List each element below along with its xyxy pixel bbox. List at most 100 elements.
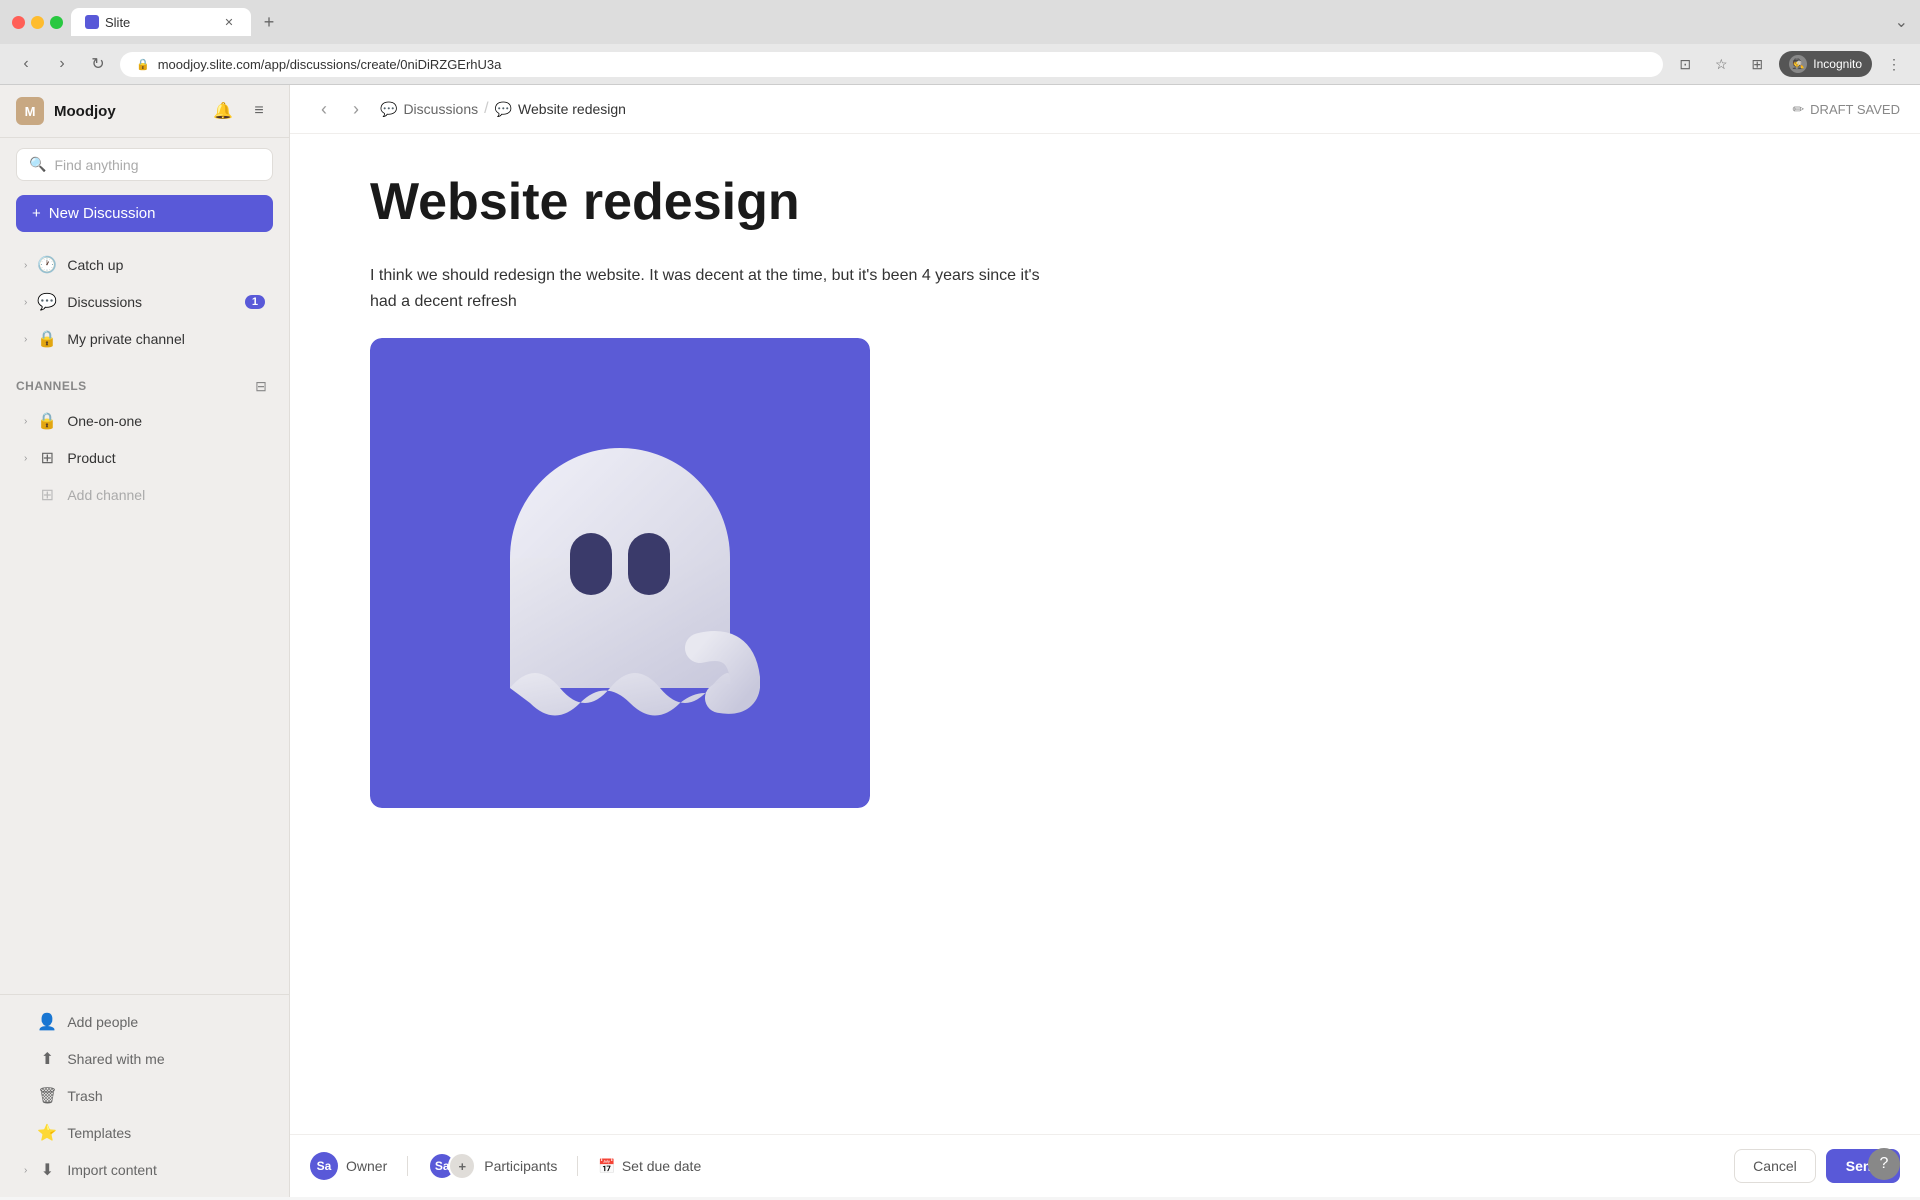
add-channel-icon: ⊞ [37, 485, 57, 505]
help-button[interactable]: ? [1868, 1148, 1900, 1180]
discussions-icon: 💬 [37, 292, 57, 312]
search-box[interactable]: 🔍 Find anything [16, 148, 273, 181]
participant-avatars: Sa + [428, 1152, 476, 1180]
sidebar-item-add-channel[interactable]: › ⊞ Add channel [8, 477, 281, 513]
toolbar-right: ✏ DRAFT SAVED [1792, 101, 1900, 118]
toolbar-nav: ‹ › [310, 95, 370, 123]
owner-item[interactable]: Sa Owner [310, 1152, 387, 1180]
sidebar-search: 🔍 Find anything [0, 138, 289, 191]
templates-icon: ⭐ [37, 1123, 57, 1143]
templates-label: Templates [67, 1125, 131, 1141]
sidebar-toggle-button[interactable]: ≡ [245, 97, 273, 125]
new-tab-button[interactable]: + [255, 8, 283, 36]
private-channel-label: My private channel [67, 331, 265, 347]
product-icon: ⊞ [37, 448, 57, 468]
expand-icon: › [24, 334, 27, 345]
breadcrumb-discussions[interactable]: 💬 Discussions [380, 101, 478, 118]
sidebar-bottom: › 👤 Add people › ⬆ Shared with me › 🗑 Tr… [0, 994, 289, 1197]
cancel-button[interactable]: Cancel [1734, 1149, 1816, 1183]
import-icon: ⬇ [37, 1160, 57, 1180]
notifications-button[interactable]: 🔔 [209, 97, 237, 125]
cast-button[interactable]: ⊡ [1671, 50, 1699, 78]
current-page-icon: 💬 [495, 101, 512, 118]
sidebar-item-templates[interactable]: › ⭐ Templates [8, 1115, 281, 1151]
expand-icon: › [24, 453, 27, 464]
one-on-one-label: One-on-one [67, 413, 265, 429]
participants-label: Participants [484, 1158, 557, 1174]
sidebar-item-shared-with-me[interactable]: › ⬆ Shared with me [8, 1041, 281, 1077]
expand-icon: › [24, 297, 27, 308]
discussions-label: Discussions [67, 294, 235, 310]
expand-icon: › [24, 1165, 27, 1176]
close-window-button[interactable] [12, 16, 25, 29]
participants-item[interactable]: Sa + Participants [428, 1152, 557, 1180]
minimize-window-button[interactable] [31, 16, 44, 29]
browser-titlebar: Slite ✕ + ⌄ [0, 0, 1920, 44]
forward-button[interactable]: › [48, 50, 76, 78]
back-button[interactable]: ‹ [12, 50, 40, 78]
catch-up-icon: 🕐 [37, 255, 57, 275]
search-icon: 🔍 [29, 156, 46, 173]
tab-close-button[interactable]: ✕ [221, 14, 237, 30]
sidebar-header-actions: 🔔 ≡ [209, 97, 273, 125]
incognito-indicator: 🕵 Incognito [1779, 51, 1872, 77]
bottom-bar: Sa Owner Sa + Participants 📅 Set due dat… [290, 1134, 1920, 1197]
new-discussion-button[interactable]: + New Discussion [16, 195, 273, 232]
sidebar-nav: › 🕐 Catch up › 💬 Discussions 1 › 🔒 My pr… [0, 242, 289, 994]
lock-icon: 🔒 [37, 329, 57, 349]
sidebar-item-private-channel[interactable]: › 🔒 My private channel [8, 321, 281, 357]
browser-actions: ⊡ ☆ ⊞ 🕵 Incognito ⋮ [1671, 50, 1908, 78]
address-bar[interactable]: 🔒 moodjoy.slite.com/app/discussions/crea… [120, 52, 1663, 77]
separator-2 [577, 1156, 578, 1176]
slite-logo-image [370, 338, 870, 808]
sidebar: M Moodjoy 🔔 ≡ 🔍 Find anything + New Disc… [0, 85, 290, 1197]
channels-section: Channels ⊟ [0, 358, 289, 402]
trash-icon: 🗑 [37, 1086, 57, 1106]
owner-initials: Sa [317, 1159, 332, 1173]
sidebar-item-import-content[interactable]: › ⬇ Import content [8, 1152, 281, 1188]
sidebar-item-discussions[interactable]: › 💬 Discussions 1 [8, 284, 281, 320]
breadcrumb-separator: / [484, 100, 488, 118]
traffic-lights [12, 16, 63, 29]
bookmark-button[interactable]: ☆ [1707, 50, 1735, 78]
discussion-body[interactable]: I think we should redesign the website. … [370, 263, 1070, 314]
sidebar-item-trash[interactable]: › 🗑 Trash [8, 1078, 281, 1114]
import-content-label: Import content [67, 1162, 157, 1178]
active-tab[interactable]: Slite ✕ [71, 8, 251, 36]
nav-forward-button[interactable]: › [342, 95, 370, 123]
breadcrumb: 💬 Discussions / 💬 Website redesign [380, 100, 626, 118]
expand-icon: › [24, 416, 27, 427]
tab-favicon [85, 15, 99, 29]
shared-icon: ⬆ [37, 1049, 57, 1069]
reload-button[interactable]: ↻ [84, 50, 112, 78]
separator-1 [407, 1156, 408, 1176]
section-header: Channels ⊟ [16, 374, 273, 398]
owner-avatar: Sa [310, 1152, 338, 1180]
draft-saved-label: DRAFT SAVED [1810, 102, 1900, 117]
product-label: Product [67, 450, 265, 466]
shared-with-me-label: Shared with me [67, 1051, 164, 1067]
channels-section-title: Channels [16, 379, 87, 393]
lock-icon: 🔒 [37, 411, 57, 431]
menu-button[interactable]: ⋮ [1880, 50, 1908, 78]
tabs-expand-button[interactable]: ⌄ [1895, 12, 1908, 32]
draft-icon: ✏ [1792, 101, 1804, 118]
sidebar-header: M Moodjoy 🔔 ≡ [0, 85, 289, 138]
sidebar-item-product[interactable]: › ⊞ Product [8, 440, 281, 476]
toolbar: ‹ › 💬 Discussions / 💬 Website redesign ✏… [290, 85, 1920, 134]
tab-title: Slite [105, 15, 130, 30]
due-date-button[interactable]: 📅 Set due date [598, 1158, 701, 1175]
discussions-breadcrumb-icon: 💬 [380, 101, 397, 118]
sidebar-item-one-on-one[interactable]: › 🔒 One-on-one [8, 403, 281, 439]
sidebar-item-add-people[interactable]: › 👤 Add people [8, 1004, 281, 1040]
sidebar-item-catch-up[interactable]: › 🕐 Catch up [8, 247, 281, 283]
discussion-title[interactable]: Website redesign [370, 174, 1840, 231]
add-participant-button[interactable]: + [448, 1152, 476, 1180]
tab-bar: Slite ✕ + [71, 8, 1887, 36]
maximize-window-button[interactable] [50, 16, 63, 29]
channels-action-button[interactable]: ⊟ [249, 374, 273, 398]
add-people-label: Add people [67, 1014, 138, 1030]
catch-up-label: Catch up [67, 257, 265, 273]
nav-back-button[interactable]: ‹ [310, 95, 338, 123]
profile-button[interactable]: ⊞ [1743, 50, 1771, 78]
